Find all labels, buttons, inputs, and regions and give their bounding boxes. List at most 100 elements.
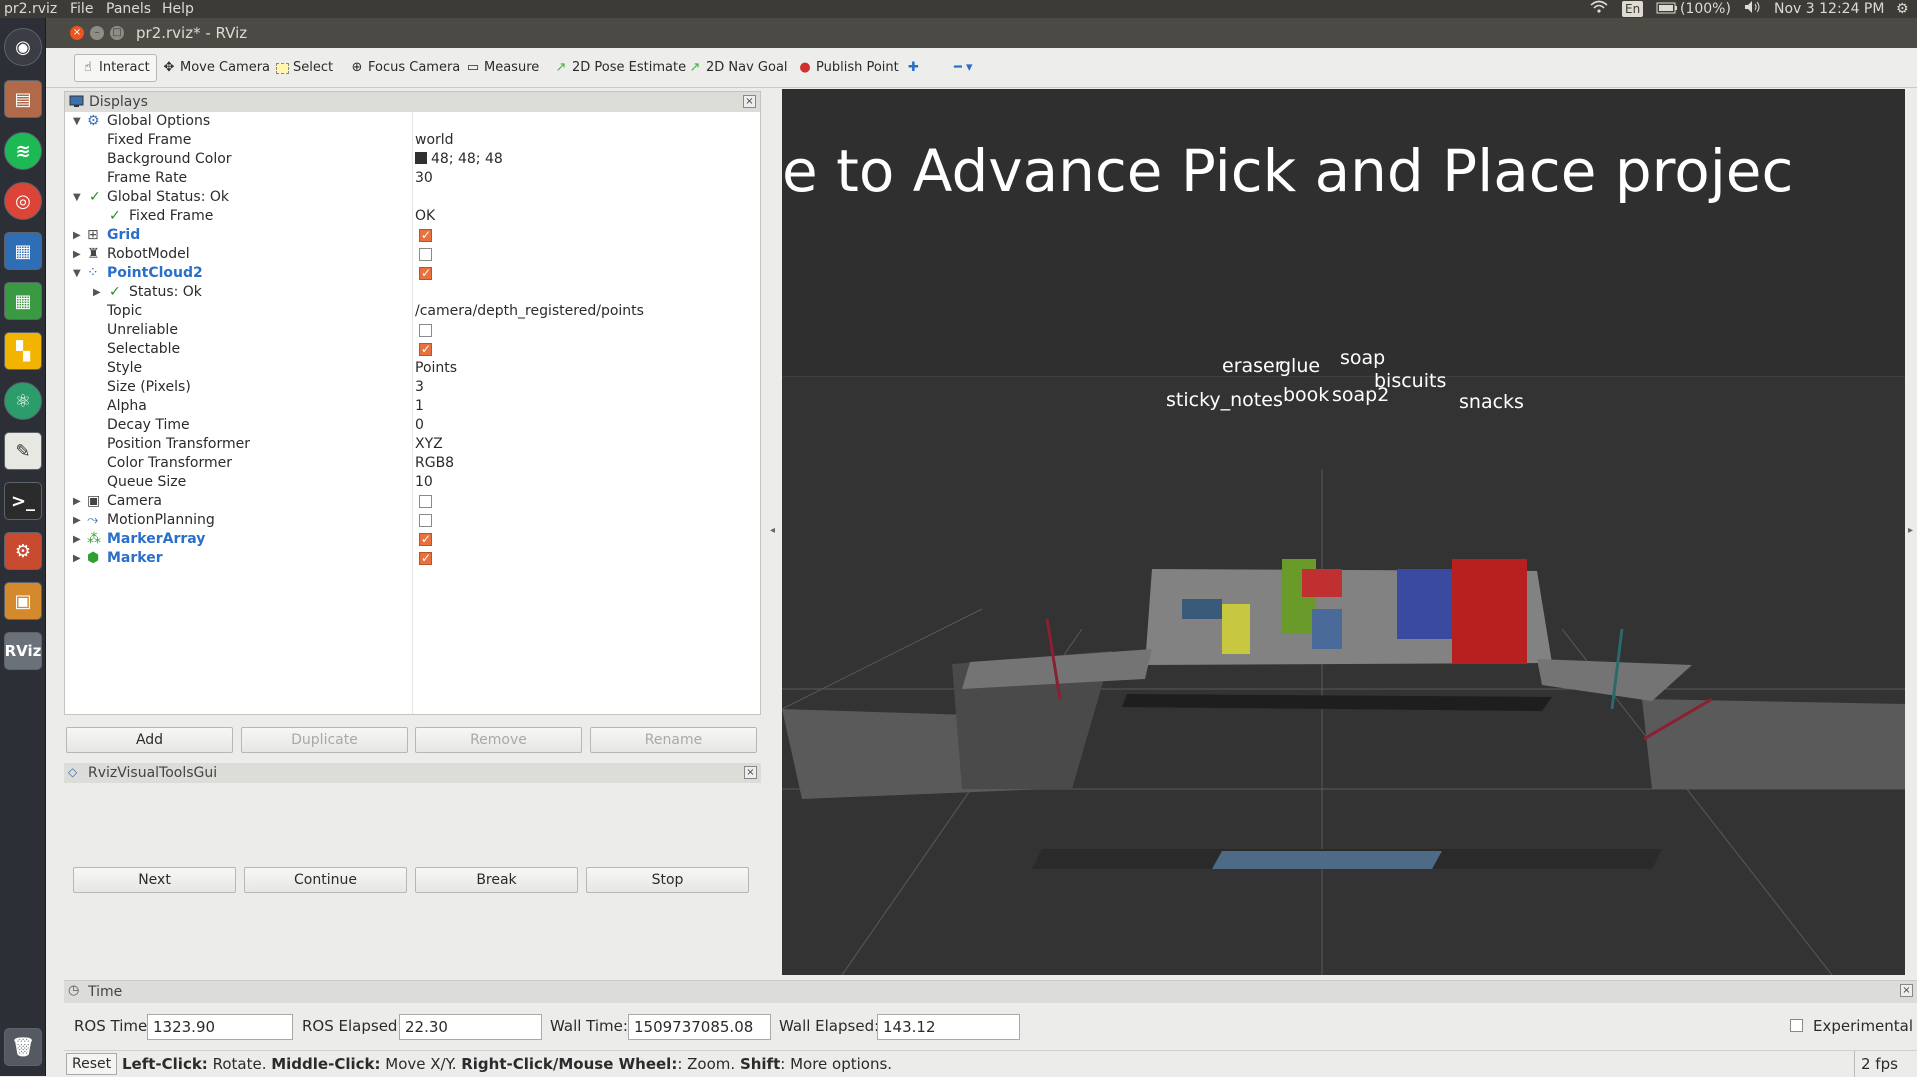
stop-button[interactable]: Stop xyxy=(586,867,749,893)
robot-model-checkbox[interactable] xyxy=(419,248,432,261)
camera-checkbox[interactable] xyxy=(419,495,432,508)
tree-row-alpha[interactable]: Alpha 1 xyxy=(65,397,760,416)
tree-row-color-transformer[interactable]: Color Transformer RGB8 xyxy=(65,454,760,473)
tree-row-decay-time[interactable]: Decay Time 0 xyxy=(65,416,760,435)
remove-tool-dropdown-icon[interactable]: ━ ▾ xyxy=(954,54,972,82)
tree-row-frame-rate[interactable]: Frame Rate 30 xyxy=(65,169,760,188)
row-value[interactable]: 10 xyxy=(415,473,433,492)
spotify-icon[interactable]: ≋ xyxy=(4,132,42,170)
tree-row-fixed-frame-status[interactable]: ✓ Fixed Frame OK xyxy=(65,207,760,226)
tree-row-selectable[interactable]: Selectable xyxy=(65,340,760,359)
tree-row-global-options[interactable]: ▼ ⚙ Global Options xyxy=(65,112,760,131)
battery-icon[interactable] xyxy=(1656,0,1678,18)
tree-row-unreliable[interactable]: Unreliable xyxy=(65,321,760,340)
next-button[interactable]: Next xyxy=(73,867,236,893)
tree-row-size[interactable]: Size (Pixels) 3 xyxy=(65,378,760,397)
wall-time-field[interactable]: 1509737085.08 xyxy=(628,1014,771,1040)
interact-tool-button[interactable]: ☝ Interact xyxy=(74,54,157,82)
splitter-left-arrow-icon[interactable]: ◂ xyxy=(770,525,775,536)
maximize-window-icon[interactable]: □ xyxy=(110,26,124,40)
chrome-icon[interactable]: ◎ xyxy=(4,182,42,220)
volume-icon[interactable] xyxy=(1744,0,1762,19)
wifi-icon[interactable] xyxy=(1590,0,1608,19)
reset-button[interactable]: Reset xyxy=(66,1053,118,1075)
menu-file[interactable]: File xyxy=(70,0,93,18)
tree-row-global-status[interactable]: ▼ ✓ Global Status: Ok xyxy=(65,188,760,207)
select-tool-button[interactable]: Select xyxy=(276,54,333,82)
writer-icon[interactable]: ▦ xyxy=(4,232,42,270)
expand-arrow-icon[interactable]: ▼ xyxy=(73,264,81,283)
collapsed-arrow-icon[interactable]: ▶ xyxy=(73,511,81,530)
expand-arrow-icon[interactable]: ▼ xyxy=(73,112,81,131)
trash-icon[interactable]: 🗑 xyxy=(4,1028,42,1066)
close-panel-icon[interactable]: × xyxy=(743,95,756,108)
tree-row-topic[interactable]: Topic /camera/depth_registered/points xyxy=(65,302,760,321)
pointcloud-checkbox[interactable] xyxy=(419,264,432,283)
ros-time-field[interactable]: 1323.90 xyxy=(147,1014,293,1040)
collapsed-arrow-icon[interactable]: ▶ xyxy=(73,549,81,568)
tree-row-queue-size[interactable]: Queue Size 10 xyxy=(65,473,760,492)
package-icon[interactable]: ▣ xyxy=(4,582,42,620)
marker-array-checkbox[interactable] xyxy=(419,530,432,549)
tree-row-pointcloud2[interactable]: ▼ ⁘ PointCloud2 xyxy=(65,264,760,283)
calc-icon[interactable]: ▦ xyxy=(4,282,42,320)
software-center-icon[interactable]: ▚ xyxy=(4,332,42,370)
files-icon[interactable]: ▤ xyxy=(4,80,42,118)
atom-icon[interactable]: ⚛ xyxy=(4,382,42,420)
menu-help[interactable]: Help xyxy=(162,0,194,18)
collapsed-arrow-icon[interactable]: ▶ xyxy=(73,245,81,264)
focus-camera-tool-button[interactable]: ⊕ Focus Camera xyxy=(350,54,461,82)
selectable-checkbox[interactable] xyxy=(419,340,432,359)
row-value[interactable]: XYZ xyxy=(415,435,443,454)
rename-display-button[interactable]: Rename xyxy=(590,727,757,753)
power-gear-icon[interactable]: ⚙ xyxy=(1896,0,1909,18)
tree-row-motion-planning[interactable]: ▶ ⤳ MotionPlanning xyxy=(65,511,760,530)
dash-icon[interactable]: ◉ xyxy=(4,28,42,66)
close-window-icon[interactable]: × xyxy=(70,26,84,40)
tree-row-marker[interactable]: ▶ ⬢ Marker xyxy=(65,549,760,568)
row-value[interactable]: 1 xyxy=(415,397,424,416)
move-camera-tool-button[interactable]: ✥ Move Camera xyxy=(162,54,270,82)
row-value[interactable]: /camera/depth_registered/points xyxy=(415,302,644,321)
close-panel-icon[interactable]: × xyxy=(1900,984,1913,997)
tree-row-grid[interactable]: ▶ ⊞ Grid xyxy=(65,226,760,245)
system-settings-icon[interactable]: ⚙ xyxy=(4,532,42,570)
tree-row-pointcloud-status[interactable]: ▶ ✓ Status: Ok xyxy=(65,283,760,302)
pose-estimate-tool-button[interactable]: ↗ 2D Pose Estimate xyxy=(554,54,687,82)
collapsed-arrow-icon[interactable]: ▶ xyxy=(93,283,101,302)
measure-tool-button[interactable]: ▭ Measure xyxy=(466,54,539,82)
tree-row-style[interactable]: Style Points xyxy=(65,359,760,378)
expand-arrow-icon[interactable]: ▼ xyxy=(73,188,81,207)
tree-row-background-color[interactable]: Background Color 48; 48; 48 xyxy=(65,150,760,169)
add-display-button[interactable]: Add xyxy=(66,727,233,753)
row-value[interactable]: 48; 48; 48 xyxy=(415,150,503,169)
terminal-icon[interactable]: >_ xyxy=(4,482,42,520)
tree-row-position-transformer[interactable]: Position Transformer XYZ xyxy=(65,435,760,454)
ros-elapsed-field[interactable]: 22.30 xyxy=(399,1014,542,1040)
tree-row-marker-array[interactable]: ▶ ⁂ MarkerArray xyxy=(65,530,760,549)
collapsed-arrow-icon[interactable]: ▶ xyxy=(73,226,81,245)
clock[interactable]: Nov 3 12:24 PM xyxy=(1774,0,1884,18)
rviz-icon[interactable]: RViz xyxy=(4,632,42,670)
experimental-checkbox[interactable] xyxy=(1790,1019,1803,1032)
row-value[interactable]: RGB8 xyxy=(415,454,454,473)
row-value[interactable]: 30 xyxy=(415,169,433,188)
text-editor-icon[interactable]: ✎ xyxy=(4,432,42,470)
break-button[interactable]: Break xyxy=(415,867,578,893)
row-value[interactable]: world xyxy=(415,131,454,150)
marker-checkbox[interactable] xyxy=(419,549,432,568)
grid-enabled-checkbox[interactable] xyxy=(419,226,432,245)
publish-point-tool-button[interactable]: ● Publish Point xyxy=(798,54,898,82)
duplicate-display-button[interactable]: Duplicate xyxy=(241,727,408,753)
row-value[interactable]: 0 xyxy=(415,416,424,435)
row-value[interactable]: Points xyxy=(415,359,457,378)
collapsed-arrow-icon[interactable]: ▶ xyxy=(73,492,81,511)
continue-button[interactable]: Continue xyxy=(244,867,407,893)
close-panel-icon[interactable]: × xyxy=(744,766,757,779)
row-value[interactable]: 3 xyxy=(415,378,424,397)
collapsed-arrow-icon[interactable]: ▶ xyxy=(73,530,81,549)
remove-display-button[interactable]: Remove xyxy=(415,727,582,753)
unreliable-checkbox[interactable] xyxy=(419,324,432,337)
wall-elapsed-field[interactable]: 143.12 xyxy=(877,1014,1020,1040)
tree-row-robot-model[interactable]: ▶ ♜ RobotModel xyxy=(65,245,760,264)
